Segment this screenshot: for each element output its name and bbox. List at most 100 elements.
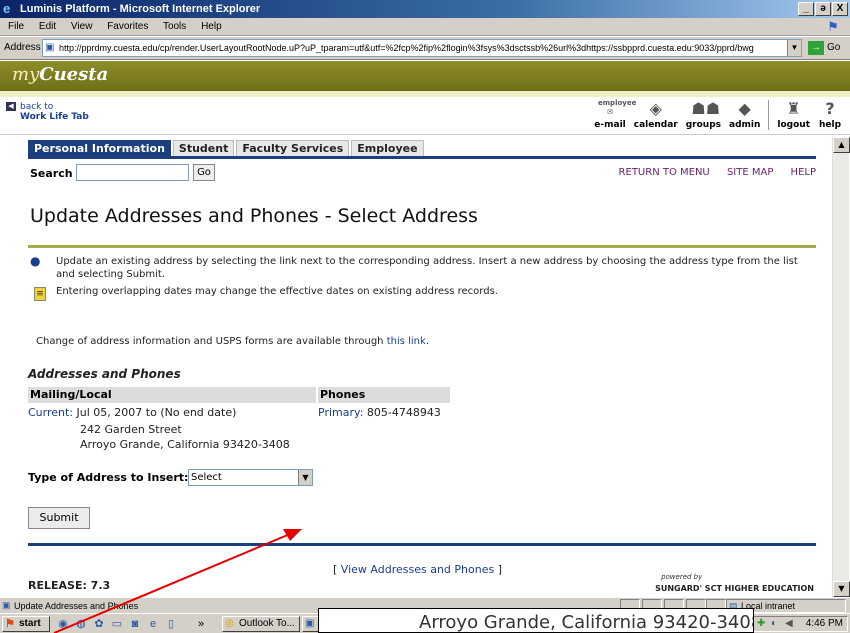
start-label: start xyxy=(19,618,41,629)
go-arrow-icon: → xyxy=(808,41,824,55)
address-type-row: Type of Address to Insert: Select ▼ xyxy=(28,469,313,486)
logout-tool-label: logout xyxy=(777,120,810,130)
address-bar: Address ▣ http://pprdmy.cuesta.edu/cp/re… xyxy=(0,37,850,60)
portal-brand-bar: myCuesta xyxy=(0,61,850,91)
portal-toolbar: ◀ back to Work Life Tab employee ✉ e-mail … xyxy=(0,97,850,135)
groups-tool[interactable]: ☗☗ groups xyxy=(686,99,721,130)
phone-cell: Primary: 805-4748943 xyxy=(318,405,441,420)
search-go-button[interactable]: Go xyxy=(193,164,215,181)
note-icon: ≡ xyxy=(34,287,46,301)
quicklaunch-icon-7[interactable]: ▯ xyxy=(164,617,178,631)
current-address-cell: Current: Jul 05, 2007 to (No end date) xyxy=(28,405,236,420)
address-url: http://pprdmy.cuesta.edu/cp/render.UserL… xyxy=(59,43,754,53)
address-input[interactable]: ▣ http://pprdmy.cuesta.edu/cp/render.Use… xyxy=(42,39,802,57)
window-icon: ▣ xyxy=(305,618,315,629)
windows-flag-icon: ⚑ xyxy=(5,618,15,630)
view-bracket-open: [ xyxy=(333,563,341,576)
tab-underline xyxy=(28,156,816,159)
street-address: 242 Garden Street xyxy=(80,423,182,436)
minimize-button[interactable]: _ xyxy=(798,2,814,16)
help-link[interactable]: HELP xyxy=(791,167,816,178)
employee-mail-icon: employee ✉ xyxy=(598,99,637,116)
tray-icon-2[interactable]: ◐ xyxy=(771,618,777,630)
calendar-tool-label: calendar xyxy=(633,120,678,130)
current-address-link[interactable]: Current: xyxy=(28,406,73,419)
email-tool[interactable]: employee ✉ e-mail xyxy=(594,99,637,130)
quicklaunch-icon-1[interactable]: ◉ xyxy=(56,617,70,631)
menu-edit[interactable]: Edit xyxy=(39,21,56,32)
search-input[interactable] xyxy=(76,164,189,181)
title-divider xyxy=(28,245,816,248)
menu-bar: File Edit View Favorites Tools Help ⚑ xyxy=(0,18,850,36)
site-map-link[interactable]: SITE MAP xyxy=(727,167,773,178)
address-dropdown-button[interactable]: ▼ xyxy=(787,40,801,56)
quicklaunch-icon-6[interactable]: e xyxy=(146,617,160,631)
primary-phone-link[interactable]: Primary: xyxy=(318,406,363,419)
go-label: Go xyxy=(827,42,841,53)
change-of-address-info: Change of address information and USPS f… xyxy=(36,336,429,347)
back-line-1: back to xyxy=(20,102,54,112)
mycuesta-logo[interactable]: myCuesta xyxy=(12,64,108,85)
start-button[interactable]: ⚑ start xyxy=(2,616,50,632)
menu-tools[interactable]: Tools xyxy=(163,21,186,32)
maximize-button[interactable]: ə xyxy=(815,2,831,16)
current-dates: Jul 05, 2007 to (No end date) xyxy=(73,406,237,419)
view-addresses-link[interactable]: View Addresses and Phones xyxy=(341,563,494,576)
tab-faculty-services[interactable]: Faculty Services xyxy=(236,140,350,156)
page-icon: ▣ xyxy=(45,42,55,53)
return-to-menu-link[interactable]: RETURN TO MENU xyxy=(619,167,710,178)
tab-student[interactable]: Student xyxy=(172,140,235,156)
brand-name: Cuesta xyxy=(39,64,109,85)
help-tool-label: help xyxy=(818,120,842,130)
address-type-select[interactable]: Select ▼ xyxy=(188,469,313,486)
quicklaunch-icon-4[interactable]: ▭ xyxy=(110,617,124,631)
taskbar-outlook-button[interactable]: ◎ Outlook To... xyxy=(222,616,300,632)
primary-phone: 805-4748943 xyxy=(363,406,441,419)
info-text: Update an existing address by selecting … xyxy=(56,256,798,280)
tool-separator xyxy=(768,100,770,130)
menu-view[interactable]: View xyxy=(71,21,93,32)
quicklaunch-more-icon[interactable]: » xyxy=(194,617,208,631)
tray-volume-icon[interactable]: ◀ xyxy=(785,618,793,630)
search-row: Search Go xyxy=(30,164,215,181)
back-to-work-life-tab-link[interactable]: ◀ back to Work Life Tab xyxy=(6,102,89,122)
submit-button[interactable]: Submit xyxy=(28,507,90,529)
quicklaunch-icon-2[interactable]: ◍ xyxy=(74,617,88,631)
tab-personal-information[interactable]: Personal Information xyxy=(28,140,171,156)
view-bracket-close: ] xyxy=(494,563,502,576)
tray-icon-1[interactable]: ✚ xyxy=(757,618,765,630)
release-label: RELEASE: 7.3 xyxy=(28,579,111,592)
calendar-tool[interactable]: ◈ calendar xyxy=(634,99,678,130)
logout-icon: ♜ xyxy=(786,99,801,118)
window-title: Luminis Platform - Microsoft Internet Ex… xyxy=(20,3,261,15)
groups-icon: ☗☗ xyxy=(691,99,721,118)
chevron-down-icon[interactable]: ▼ xyxy=(298,470,312,485)
tab-employee[interactable]: Employee xyxy=(351,140,424,156)
vertical-scrollbar[interactable]: ▲ ▼ xyxy=(832,137,850,597)
scroll-down-button[interactable]: ▼ xyxy=(833,581,850,597)
back-arrow-icon: ◀ xyxy=(6,102,16,111)
menu-favorites[interactable]: Favorites xyxy=(107,21,148,32)
quicklaunch-icon-3[interactable]: ✿ xyxy=(92,617,106,631)
windows-logo-icon: ⚑ xyxy=(827,19,839,34)
email-icon-text: employee xyxy=(598,99,637,107)
window-title-bar: e Luminis Platform - Microsoft Internet … xyxy=(0,0,850,18)
help-tool[interactable]: ? help xyxy=(818,99,842,130)
close-button[interactable]: X xyxy=(832,2,848,16)
menu-help[interactable]: Help xyxy=(201,21,222,32)
quicklaunch-icon-5[interactable]: ◙ xyxy=(128,617,142,631)
logout-tool[interactable]: ♜ logout xyxy=(777,99,810,130)
menu-file[interactable]: File xyxy=(8,21,24,32)
admin-icon: ◆ xyxy=(738,99,751,118)
bottom-divider xyxy=(28,543,816,546)
portal-tools: employee ✉ e-mail ◈ calendar ☗☗ groups ◆ … xyxy=(586,99,842,130)
go-button[interactable]: → Go xyxy=(808,40,848,56)
section-title: Addresses and Phones xyxy=(28,367,181,381)
powered-by-logo: powered by SUNGARD' SCT HIGHER EDUCATION xyxy=(655,573,814,594)
sungard-logo: SUNGARD' SCT HIGHER EDUCATION xyxy=(655,584,814,593)
scroll-up-button[interactable]: ▲ xyxy=(833,137,850,153)
this-link[interactable]: this link xyxy=(387,336,426,347)
overlay-zoom-box: Arroyo Grande, California 93420-3408 xyxy=(318,608,754,633)
admin-tool[interactable]: ◆ admin xyxy=(729,99,760,130)
internet-explorer-icon: e xyxy=(3,1,11,16)
